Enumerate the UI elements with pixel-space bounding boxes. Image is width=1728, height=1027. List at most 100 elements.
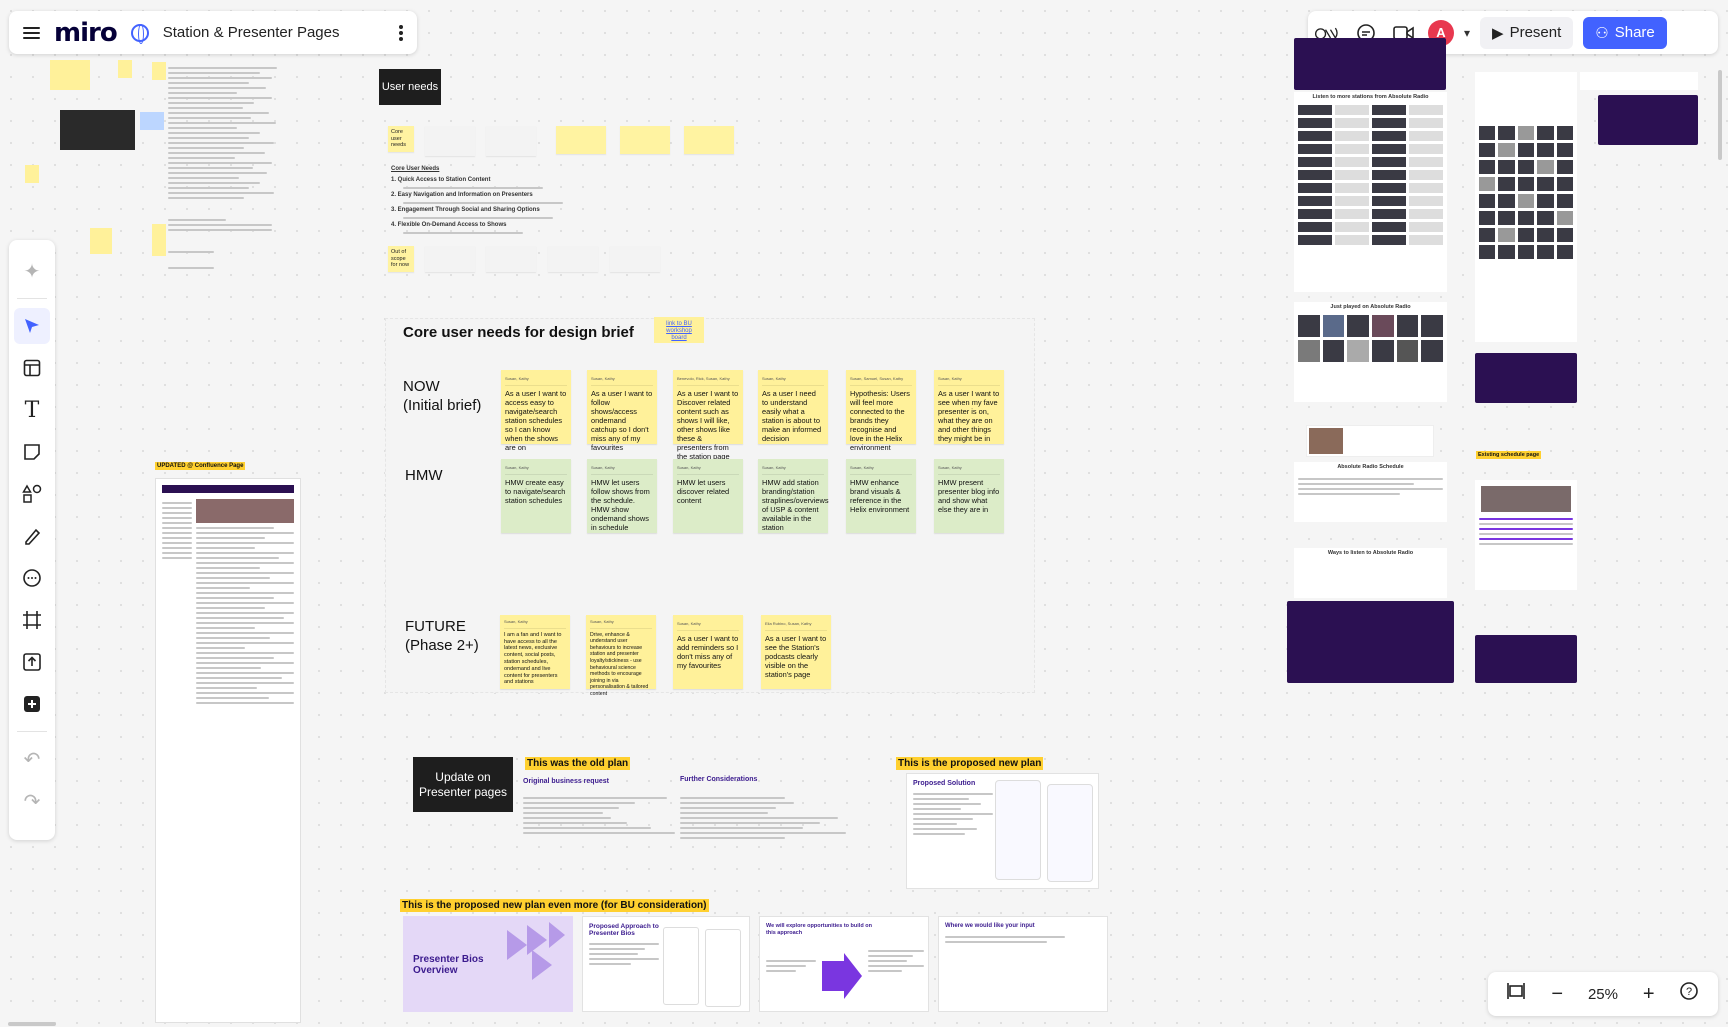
need-sticky[interactable]	[684, 126, 734, 154]
zoom-controls: − 25% + ?	[1488, 972, 1718, 1016]
hmw-sticky[interactable]: Susan, Kathy HMW let users discover relat…	[673, 459, 743, 533]
hmw-sticky[interactable]: Susan, Kathy HMW let users follow shows f…	[587, 459, 657, 533]
hmw-sticky[interactable]: Susan, Kathy HMW present presenter blog i…	[934, 459, 1004, 533]
confluence-page-thumbnail[interactable]	[155, 478, 301, 1023]
station-footer-mockup[interactable]	[1287, 601, 1454, 683]
future-sticky[interactable]: Elia Rubino, Susan, Kathy As a user I wan…	[761, 615, 831, 689]
future-sticky[interactable]: Susan, Kathy As a user I want to add remi…	[673, 615, 743, 689]
future-sticky[interactable]: Susan, Kathy I am a fan and I want to hav…	[500, 615, 570, 689]
presenter-bios-slide[interactable]: Presenter Bios Overview	[403, 916, 573, 1012]
need-sticky[interactable]	[620, 126, 670, 154]
fit-to-screen-icon[interactable]	[1506, 981, 1526, 1007]
updated-confluence-label: UPDATED @ Confluence Page	[155, 462, 246, 470]
redo-icon[interactable]: ↷	[14, 783, 50, 819]
music-footer-mockup[interactable]	[1475, 353, 1577, 403]
frame-icon[interactable]	[14, 602, 50, 638]
core-user-needs-sticky[interactable]: Core user needs	[388, 126, 414, 152]
toolbar-divider	[17, 731, 47, 732]
need-sticky[interactable]	[486, 126, 536, 156]
upload-icon[interactable]	[14, 644, 50, 680]
new-plan-label: This is the proposed new plan	[896, 757, 1044, 770]
schedule-footer-mockup[interactable]	[1475, 635, 1577, 683]
user-icon: ⚇	[1595, 24, 1609, 42]
requirements-doc[interactable]	[168, 64, 283, 384]
scope-sticky[interactable]	[610, 246, 660, 272]
doc-thumbnail-left[interactable]	[90, 228, 112, 254]
hmw-sticky[interactable]: Susan, Kathy HMW add station branding/sta…	[758, 459, 829, 533]
your-input-slide[interactable]: Where we would like your input	[938, 916, 1108, 1012]
further-considerations-heading: Further Considerations	[680, 776, 758, 783]
scope-sticky[interactable]	[425, 246, 475, 272]
toolbar-divider	[17, 298, 47, 299]
future-sticky[interactable]: Susan, Kathy Drive, enhance & understand …	[586, 615, 656, 697]
now-sticky[interactable]: Susan, Kathy As a user I need to understa…	[758, 370, 828, 444]
board-title[interactable]: Station & Presenter Pages	[163, 24, 385, 41]
station-hero-mockup[interactable]	[1294, 38, 1446, 90]
vertical-scrollbar[interactable]	[1718, 70, 1722, 160]
update-presenter-pages-title[interactable]: Update on Presenter pages	[413, 757, 513, 812]
miro-logo[interactable]: miro	[54, 18, 118, 48]
present-button[interactable]: ▶ Present	[1480, 16, 1574, 49]
cursor-icon[interactable]	[14, 308, 50, 344]
zoom-out-icon[interactable]: −	[1551, 983, 1563, 1006]
promo-header-mockup[interactable]	[1580, 72, 1698, 90]
share-button[interactable]: ⚇ Share	[1583, 16, 1667, 49]
proposed-solution-card[interactable]: Proposed Solution	[906, 773, 1099, 889]
menu-icon[interactable]	[23, 24, 40, 42]
comment-icon[interactable]	[14, 560, 50, 596]
just-played-mockup[interactable]: Just played on Absolute Radio	[1294, 302, 1447, 402]
station-list-mockup[interactable]: Listen to more stations from Absolute Ra…	[1294, 92, 1447, 292]
workshop-board-link[interactable]: link to BU workshop board	[654, 317, 704, 343]
undo-icon[interactable]: ↶	[14, 741, 50, 777]
doc-thumbnail-left[interactable]	[25, 165, 39, 183]
board-header: miro Station & Presenter Pages	[9, 11, 417, 54]
scope-sticky[interactable]	[548, 246, 598, 272]
shapes-icon[interactable]	[14, 476, 50, 512]
now-sticky[interactable]: Susan, Kathy As a user I want to see when…	[934, 370, 1004, 444]
doc-thumbnail-left[interactable]	[50, 60, 90, 90]
doc-thumbnail-left[interactable]	[152, 62, 166, 80]
out-of-scope-sticky[interactable]: Out of scope for now	[388, 246, 414, 272]
explore-opportunities-slide[interactable]: We will explore opportunities to build o…	[759, 916, 929, 1012]
help-icon[interactable]: ?	[1679, 981, 1699, 1007]
hmw-sticky[interactable]: Susan, Kathy HMW enhance brand visuals & …	[846, 459, 916, 533]
pen-icon[interactable]	[14, 518, 50, 554]
design-brief-title: Core user needs for design brief	[403, 324, 634, 341]
globe-icon[interactable]	[130, 23, 149, 44]
doc-thumbnail-left[interactable]	[140, 112, 164, 130]
scope-sticky[interactable]	[486, 246, 536, 272]
doc-thumbnail-left[interactable]	[152, 224, 166, 256]
user-needs-title[interactable]: User needs	[379, 69, 441, 105]
chevron-down-icon[interactable]: ▾	[1464, 26, 1470, 40]
zoom-level[interactable]: 25%	[1588, 986, 1618, 1003]
doc-thumbnail-left[interactable]	[60, 110, 135, 150]
play-icon: ▶	[1492, 24, 1504, 42]
now-sticky[interactable]: Susan, Samuel, Susan, Kathy Hypothesis: U…	[846, 370, 916, 452]
sparkle-icon[interactable]: ✦	[14, 253, 50, 289]
schedule-mockup[interactable]: Absolute Radio Schedule	[1294, 462, 1447, 522]
existing-schedule-mockup[interactable]	[1475, 480, 1577, 590]
text-icon[interactable]: T	[14, 392, 50, 428]
template-icon[interactable]	[14, 350, 50, 386]
need-sticky[interactable]	[556, 126, 606, 154]
core-need-item: 1. Quick Access to Station Content	[391, 177, 491, 183]
now-sticky[interactable]: Susan, Kathy As a user I want to access e…	[501, 370, 571, 452]
doc-thumbnail-left[interactable]	[118, 60, 132, 78]
proposed-approach-slide[interactable]: Proposed Approach to Presenter Bios	[582, 916, 750, 1012]
now-sticky[interactable]: Susan, Kathy As a user I want to follow s…	[587, 370, 657, 452]
ways-to-listen-mockup[interactable]: Ways to listen to Absolute Radio	[1294, 548, 1447, 598]
need-sticky[interactable]	[425, 126, 475, 156]
now-sticky[interactable]: Benevolo, Rick, Susan, Kathy As a user I …	[673, 370, 743, 470]
original-request-heading: Original business request	[523, 778, 609, 785]
zoom-in-icon[interactable]: +	[1643, 983, 1655, 1006]
sticky-note-icon[interactable]	[14, 434, 50, 470]
presenter-card-mockup[interactable]	[1306, 425, 1434, 457]
plus-icon[interactable]	[14, 686, 50, 722]
original-request-block: Original business request	[523, 778, 683, 837]
horizontal-scrollbar[interactable]	[8, 1022, 56, 1026]
share-label: Share	[1614, 24, 1655, 41]
promo-mockup[interactable]	[1598, 95, 1698, 145]
hmw-sticky[interactable]: Susan, Kathy HMW create easy to navigate/…	[501, 459, 571, 533]
more-options-icon[interactable]	[399, 23, 403, 43]
music-grid-mockup[interactable]	[1475, 72, 1577, 342]
